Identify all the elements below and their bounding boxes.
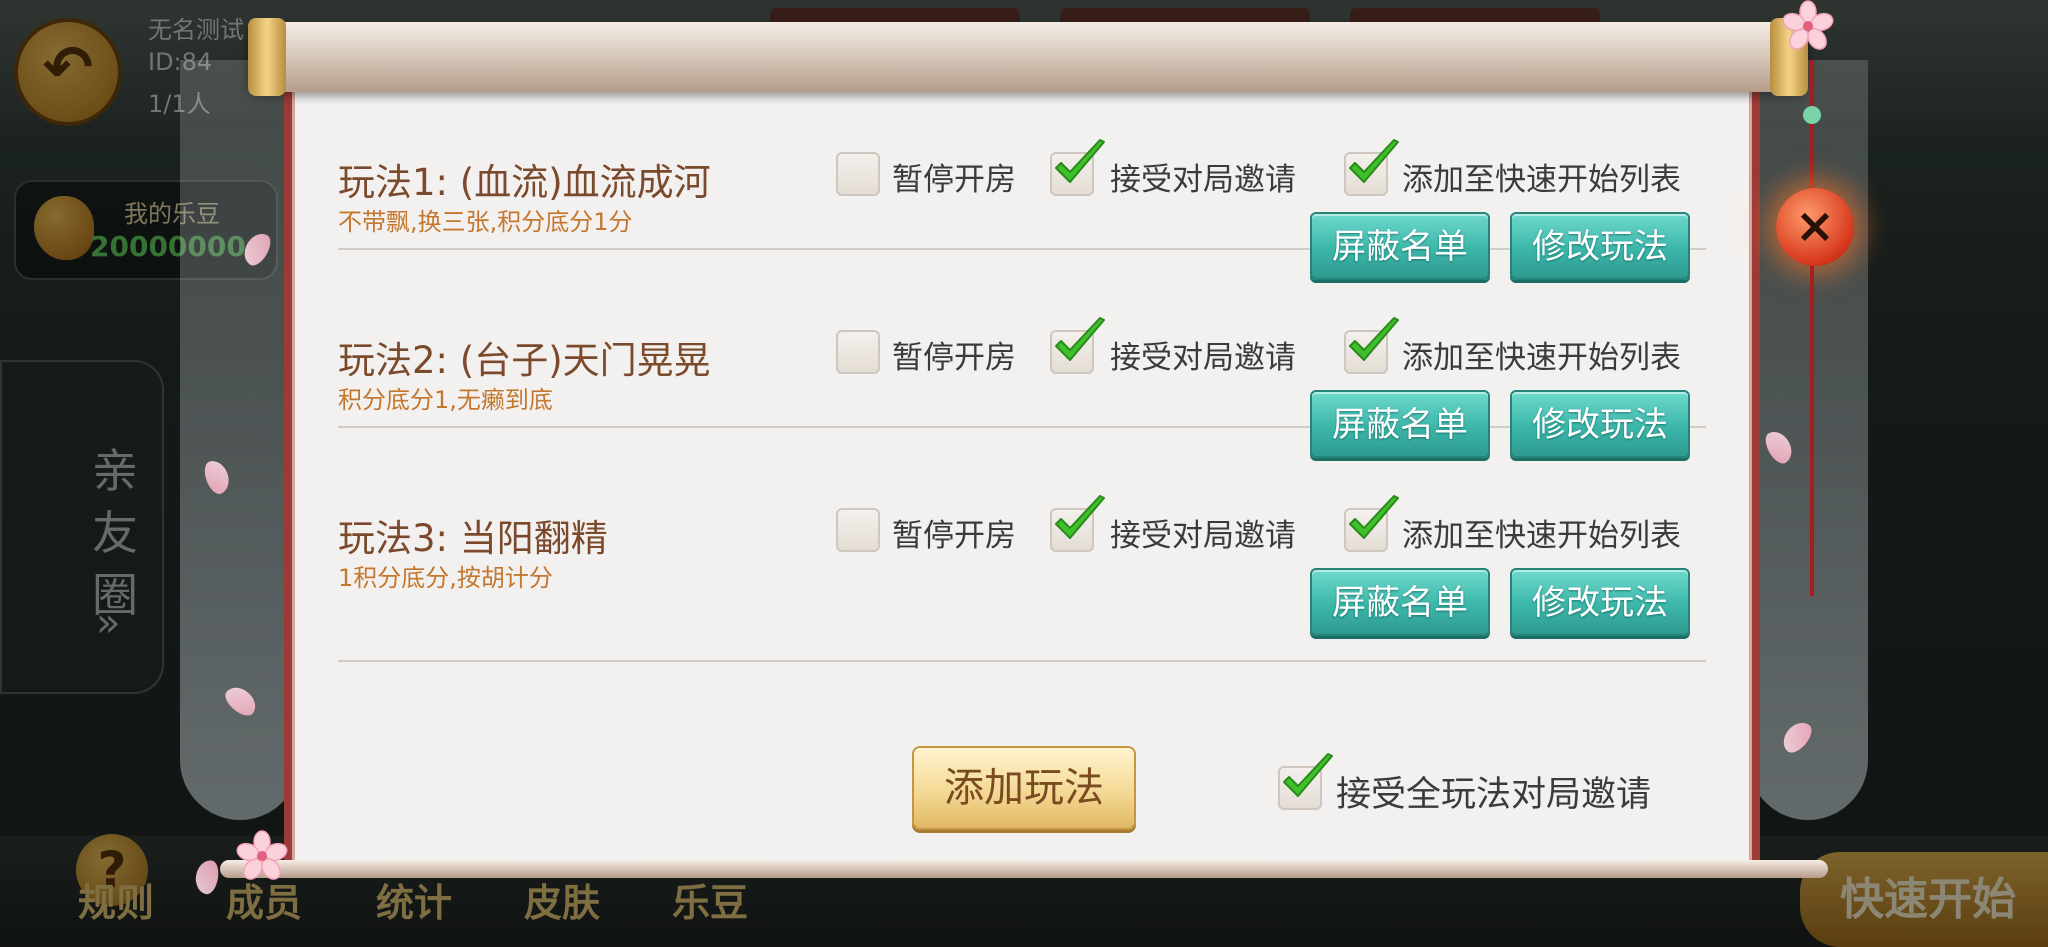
accept-all-invite-label: 接受全玩法对局邀请 — [1336, 775, 1652, 815]
pause-room-label: 暂停开房 — [892, 340, 1016, 376]
accept-all-invite-checkbox[interactable] — [1278, 753, 1333, 810]
close-icon: × — [1794, 198, 1836, 254]
add-quick-start-checkbox[interactable] — [1344, 317, 1399, 374]
pause-room-checkbox[interactable] — [836, 330, 880, 374]
edit-mode-button[interactable]: 修改玩法 — [1510, 568, 1690, 636]
checkmark-icon — [1349, 139, 1399, 183]
row-divider — [338, 248, 1706, 250]
checkmark-icon — [1349, 317, 1399, 361]
pause-room-label: 暂停开房 — [892, 162, 1016, 198]
mode-description: 积分底分1,无癞到底 — [338, 386, 553, 414]
add-quick-start-label: 添加至快速开始列表 — [1402, 162, 1681, 198]
add-quick-start-checkbox[interactable] — [1344, 495, 1399, 552]
checkmark-icon — [1055, 139, 1105, 183]
tassel-cord — [1810, 266, 1814, 596]
row-divider — [338, 660, 1706, 662]
edit-mode-button[interactable]: 修改玩法 — [1510, 212, 1690, 280]
cherry-blossom-icon — [1782, 0, 1834, 50]
checkmark-icon — [1283, 753, 1333, 797]
mode-title: 玩法2: (台子)天门晃晃 — [338, 339, 711, 382]
add-quick-start-label: 添加至快速开始列表 — [1402, 518, 1681, 554]
row-divider — [338, 426, 1706, 428]
accept-invite-label: 接受对局邀请 — [1110, 162, 1296, 198]
close-button[interactable]: × — [1776, 188, 1854, 266]
block-list-button[interactable]: 屏蔽名单 — [1310, 568, 1490, 636]
mode-title: 玩法1: (血流)血流成河 — [338, 161, 711, 204]
add-quick-start-checkbox[interactable] — [1344, 139, 1399, 196]
scroll-bottom-rod — [220, 860, 1828, 878]
rod-cap-left — [248, 18, 286, 96]
checkmark-icon — [1055, 317, 1105, 361]
add-quick-start-label: 添加至快速开始列表 — [1402, 340, 1681, 376]
mode-description: 不带飘,换三张,积分底分1分 — [338, 208, 633, 236]
edit-mode-button[interactable]: 修改玩法 — [1510, 390, 1690, 458]
pause-room-checkbox[interactable] — [836, 152, 880, 196]
mode-title: 玩法3: 当阳翻精 — [338, 517, 608, 560]
block-list-button[interactable]: 屏蔽名单 — [1310, 390, 1490, 458]
cherry-blossom-icon — [236, 830, 288, 880]
accept-invite-checkbox[interactable] — [1050, 317, 1105, 374]
accept-invite-checkbox[interactable] — [1050, 139, 1105, 196]
checkmark-icon — [1055, 495, 1105, 539]
tassel-cord — [1810, 60, 1814, 190]
block-list-button[interactable]: 屏蔽名单 — [1310, 212, 1490, 280]
mode-description: 1积分底分,按胡计分 — [338, 564, 553, 592]
pause-room-label: 暂停开房 — [892, 518, 1016, 554]
add-mode-button[interactable]: 添加玩法 — [912, 746, 1136, 830]
checkmark-icon — [1349, 495, 1399, 539]
accept-invite-checkbox[interactable] — [1050, 495, 1105, 552]
accept-invite-label: 接受对局邀请 — [1110, 518, 1296, 554]
accept-invite-label: 接受对局邀请 — [1110, 340, 1296, 376]
jade-bead — [1803, 106, 1821, 124]
pause-room-checkbox[interactable] — [836, 508, 880, 552]
